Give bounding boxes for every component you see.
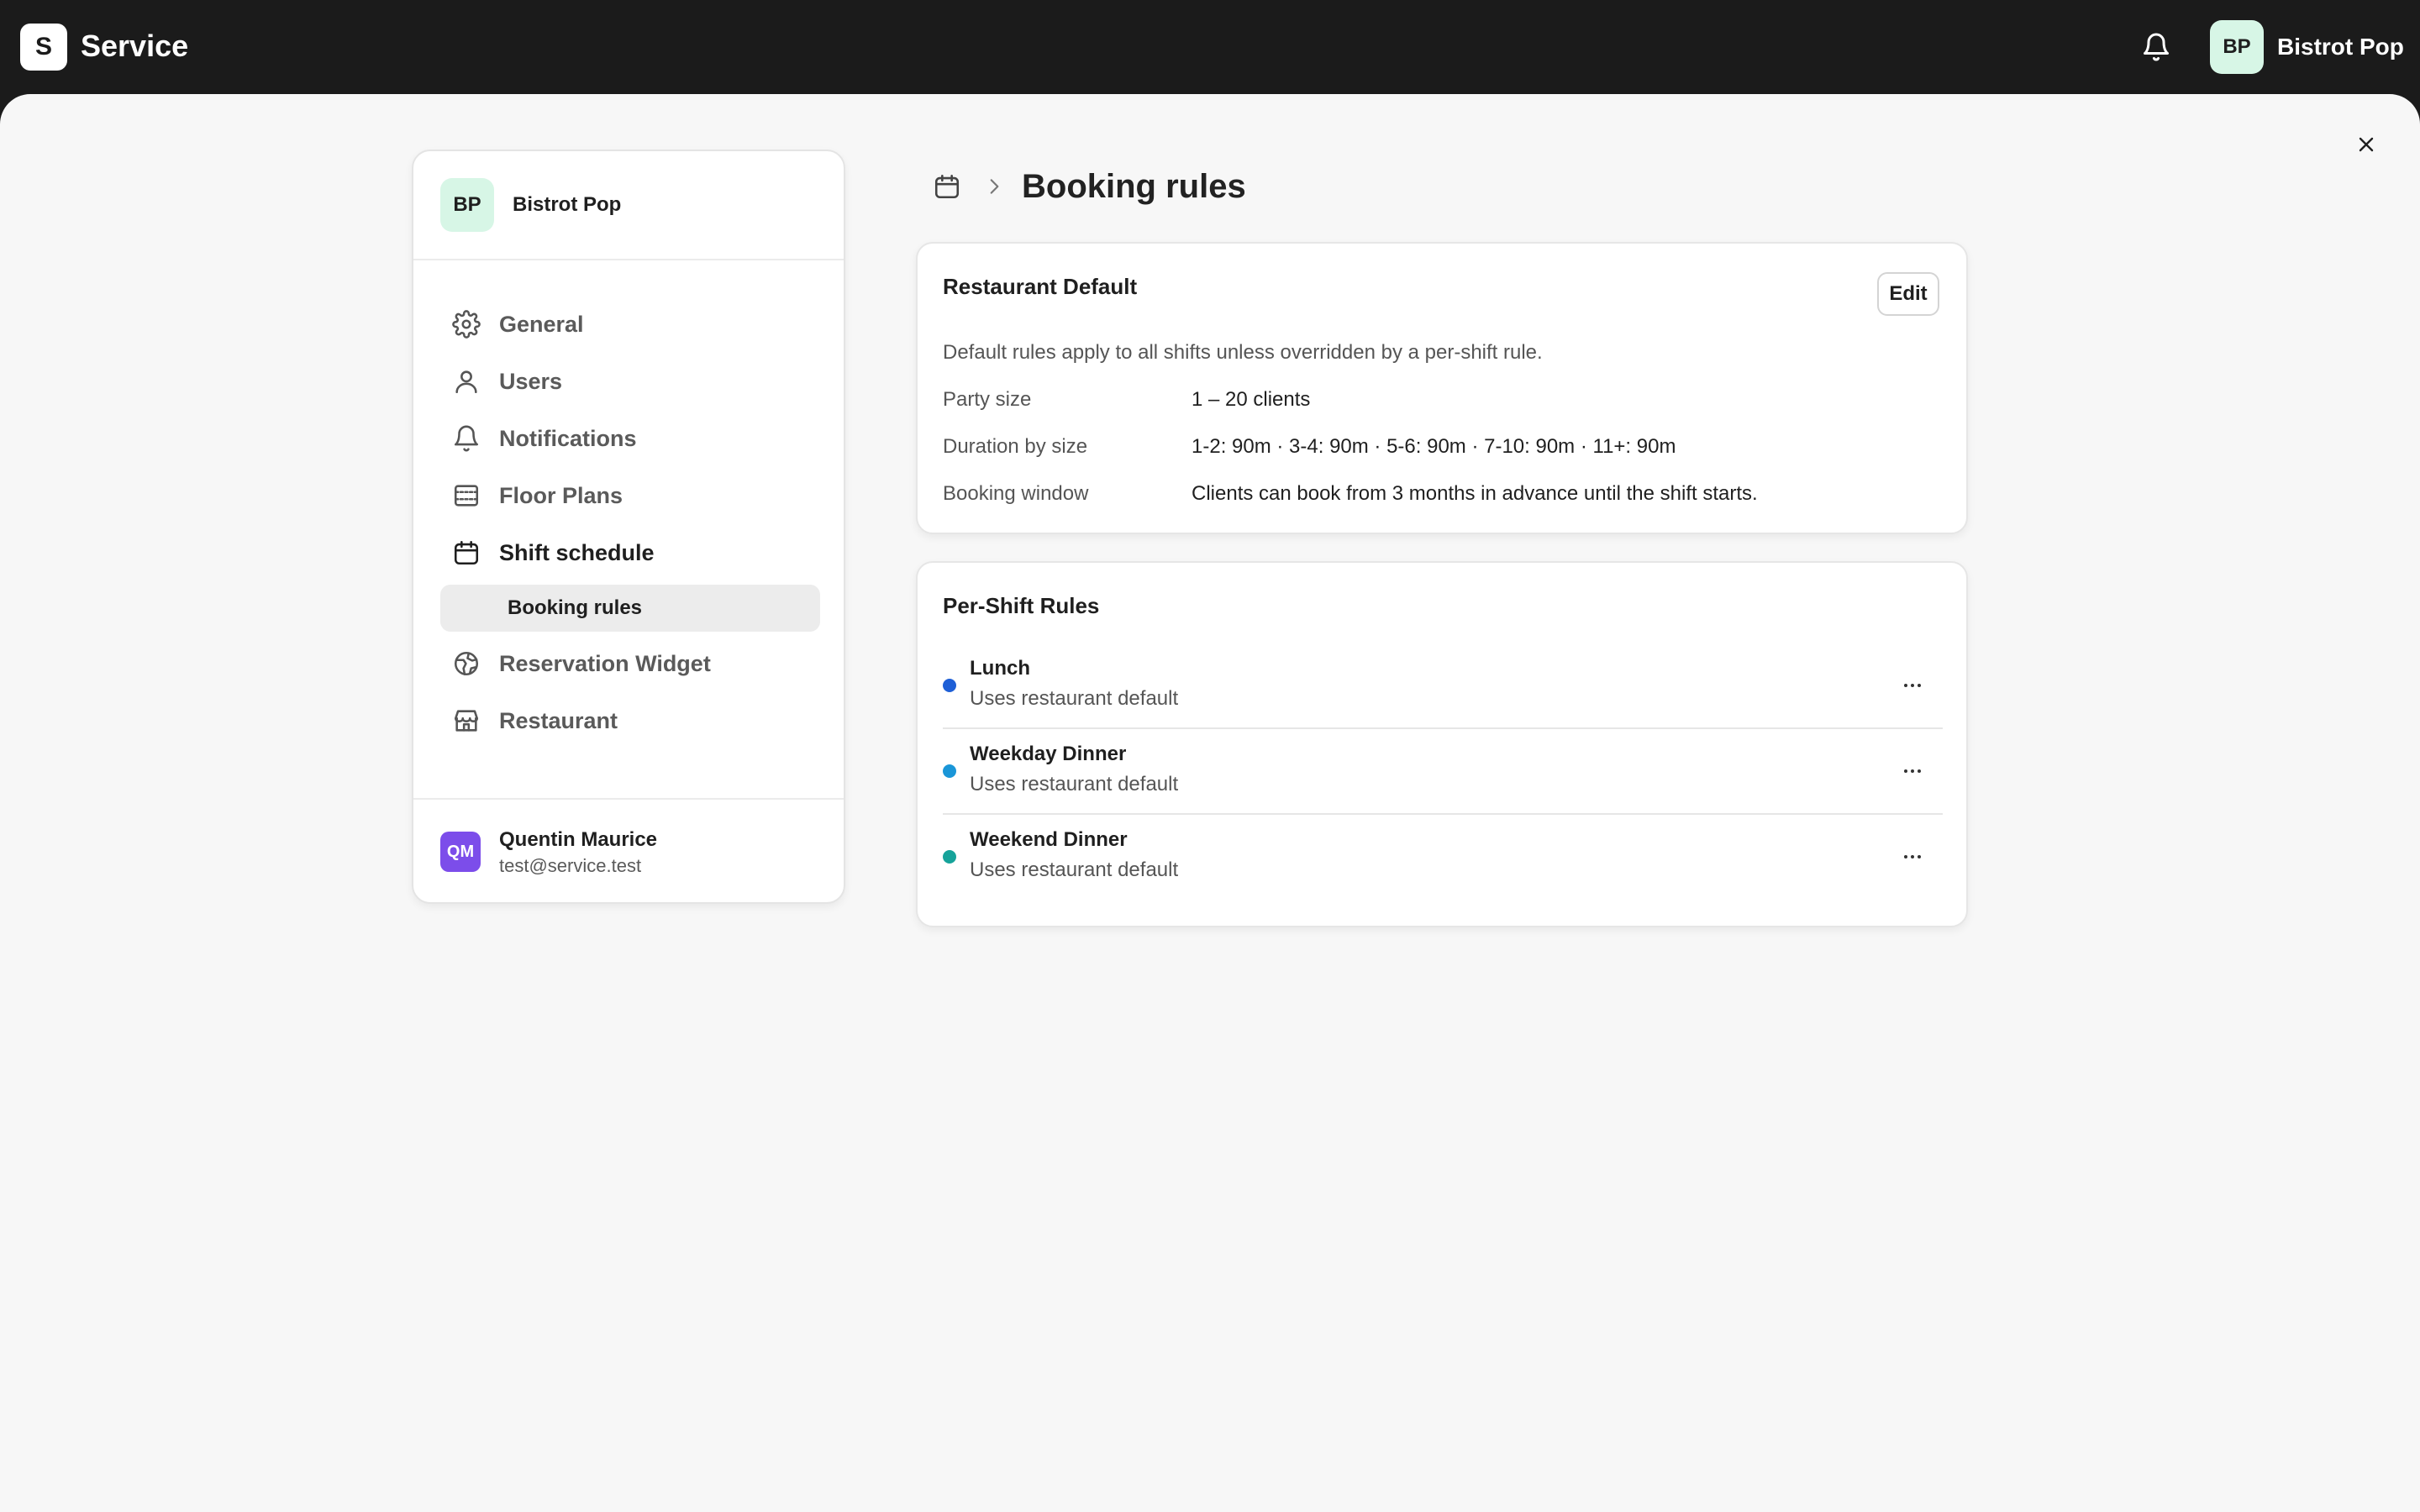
user-name[interactable]: Bistrot Pop <box>2277 34 2404 60</box>
globe-icon <box>454 651 479 676</box>
user-icon <box>455 370 477 394</box>
more-icon <box>1904 769 1921 773</box>
more-button[interactable] <box>1896 670 1929 701</box>
close-button[interactable] <box>2349 128 2383 161</box>
sidebar-header: BP Bistrot Pop <box>413 151 844 260</box>
calendar-icon <box>454 540 479 565</box>
sidebar-item-shift-schedule[interactable]: Shift schedule <box>440 524 820 581</box>
floor-plan-icon <box>454 485 479 507</box>
restaurant-default-card: Restaurant Default Edit Default rules ap… <box>916 242 1968 534</box>
shift-status: Uses restaurant default <box>970 773 1179 795</box>
shift-status: Uses restaurant default <box>970 687 1179 710</box>
close-icon <box>2359 137 2374 152</box>
sidebar-item-booking-rules[interactable]: Booking rules <box>440 585 820 632</box>
shift-color-dot <box>943 764 956 778</box>
settings-sheet: BP Bistrot Pop General Users Notificatio… <box>0 94 2420 1512</box>
sidebar-item-notifications[interactable]: Notifications <box>440 410 820 467</box>
chevron-right-icon <box>990 179 999 194</box>
breadcrumb: Booking rules <box>933 163 1246 210</box>
sidebar-item-users[interactable]: Users <box>440 353 820 410</box>
list-item[interactable]: Lunch Uses restaurant default <box>943 643 1943 729</box>
sidebar-item-general[interactable]: General <box>440 296 820 353</box>
calendar-icon[interactable] <box>933 172 961 201</box>
settings-sidebar: BP Bistrot Pop General Users Notificatio… <box>412 150 845 904</box>
sidebar-item-label: Shift schedule <box>499 539 655 565</box>
more-icon <box>1904 855 1921 858</box>
shift-name: Lunch <box>970 657 1030 680</box>
top-bar: S Service BP Bistrot Pop <box>0 0 2420 94</box>
rule-key: Booking window <box>943 482 1089 505</box>
more-icon <box>1904 684 1921 687</box>
gear-icon <box>452 310 481 339</box>
shift-name: Weekday Dinner <box>970 743 1127 765</box>
avatar: QM <box>440 832 481 872</box>
app-logo[interactable]: S <box>20 24 67 71</box>
app-name: Service <box>81 29 189 63</box>
sidebar-item-label: Reservation Widget <box>499 650 711 676</box>
shift-color-dot <box>943 679 956 692</box>
sidebar-item-label: Users <box>499 368 563 394</box>
sidebar-item-label: Restaurant <box>499 707 618 733</box>
shift-name: Weekend Dinner <box>970 828 1128 851</box>
sidebar-item-label: General <box>499 311 584 337</box>
account-email: test@service.test <box>499 855 642 876</box>
sidebar-item-restaurant[interactable]: Restaurant <box>440 692 820 749</box>
restaurant-name: Bistrot Pop <box>513 193 622 216</box>
account-footer[interactable]: QM Quentin Maurice test@service.test <box>413 798 844 904</box>
user-avatar[interactable]: BP <box>2210 20 2264 74</box>
card-title: Restaurant Default <box>943 274 1138 299</box>
sidebar-item-reservation-widget[interactable]: Reservation Widget <box>440 635 820 692</box>
bell-icon <box>454 425 479 452</box>
rule-key: Party size <box>943 388 1032 411</box>
sidebar-item-label: Floor Plans <box>499 482 623 508</box>
more-button[interactable] <box>1896 756 1929 786</box>
shift-status: Uses restaurant default <box>970 858 1179 881</box>
sidebar-item-label: Booking rules <box>508 596 643 619</box>
rule-key: Duration by size <box>943 435 1088 458</box>
more-button[interactable] <box>1896 842 1929 872</box>
bell-icon[interactable] <box>2141 30 2171 64</box>
edit-button[interactable]: Edit <box>1877 272 1939 316</box>
sidebar-item-floor-plans[interactable]: Floor Plans <box>440 467 820 524</box>
rule-value: 1-2: 90m · 3-4: 90m · 5-6: 90m · 7-10: 9… <box>1192 435 1676 458</box>
list-item[interactable]: Weekday Dinner Uses restaurant default <box>943 729 1943 815</box>
restaurant-avatar: BP <box>440 178 494 232</box>
rule-value: 1 – 20 clients <box>1192 388 1311 411</box>
sidebar-nav: General Users Notifications Floor Plans … <box>440 296 820 749</box>
per-shift-rules-card: Per-Shift Rules Lunch Uses restaurant de… <box>916 561 1968 927</box>
page-title: Booking rules <box>1022 167 1246 205</box>
card-description: Default rules apply to all shifts unless… <box>943 341 1543 364</box>
card-title: Per-Shift Rules <box>943 593 1100 618</box>
store-icon <box>454 710 479 732</box>
list-item[interactable]: Weekend Dinner Uses restaurant default <box>943 815 1943 900</box>
account-name: Quentin Maurice <box>499 828 658 851</box>
shift-color-dot <box>943 850 956 864</box>
sidebar-item-label: Notifications <box>499 425 637 451</box>
rule-value: Clients can book from 3 months in advanc… <box>1192 482 1758 505</box>
